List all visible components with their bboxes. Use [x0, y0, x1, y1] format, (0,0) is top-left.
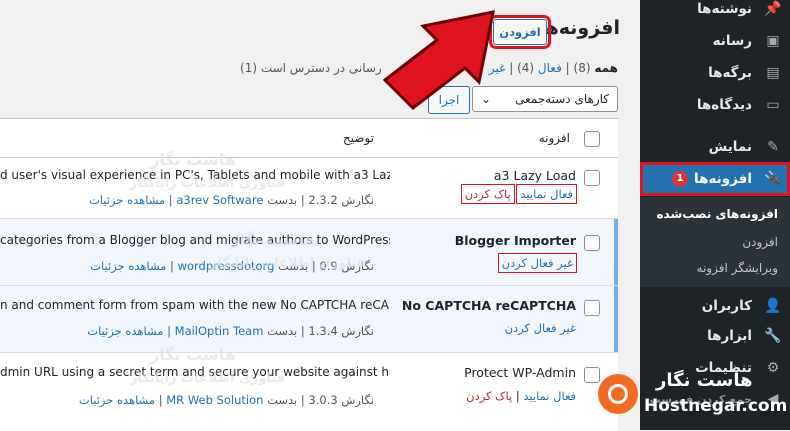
row-checkbox[interactable] — [584, 300, 600, 316]
plugin-description: d user's visual experience in PC's, Tabl… — [0, 168, 390, 182]
plugins-table: افزونه توضیح a3 Lazy Load فعال نمایید پا… — [0, 118, 618, 431]
sidebar-item-pages[interactable]: ▤ برگه‌ها — [640, 58, 790, 88]
users-icon: 👤 — [764, 298, 782, 314]
pin-icon: 📌 — [764, 1, 782, 17]
tools-icon: 🔧 — [764, 328, 782, 344]
table-row: Protect WP-Admin فعال نمایید | پاک کردن … — [0, 353, 618, 431]
sidebar-item-label: رسانه — [712, 33, 752, 49]
row-actions: غیر فعال کردن — [505, 321, 576, 335]
sidebar-item-label: کاربران — [701, 298, 752, 314]
filter-active-count: (4) — [517, 61, 535, 75]
active-indicator — [614, 286, 618, 352]
plugin-name: No CAPTCHA reCAPTCHA — [401, 298, 576, 313]
activate-link[interactable]: فعال نمایید — [523, 389, 576, 403]
page-title: افزونه‌ها — [538, 17, 620, 39]
media-icon: ▣ — [766, 33, 780, 49]
table-row: a3 Lazy Load فعال نمایید پاک کردن d user… — [0, 158, 618, 219]
hostnegar-logo: هاست نگار Hostnegar.com — [598, 366, 787, 426]
sidebar-item-label: نوشته‌ها — [697, 1, 752, 17]
deactivate-link[interactable]: غیر فعال کردن — [505, 321, 576, 335]
bulk-actions-label: کارهای دسته‌جمعی — [515, 92, 609, 106]
row-checkbox[interactable] — [584, 170, 600, 186]
plugin-meta: نگارش 3.0.3 | بدست MR Web Solution | مشا… — [78, 393, 374, 407]
row-actions: غیر فعال کردن — [497, 253, 578, 273]
plugin-version: نگارش 3.0.3 | بدست — [267, 393, 374, 407]
sidebar-item-tools[interactable]: 🔧 ابزارها — [640, 321, 790, 351]
plugins-icon: 🔌 — [764, 171, 782, 187]
appearance-icon: ✎ — [767, 139, 779, 155]
plugin-name: Blogger Importer — [454, 233, 576, 248]
pointer-arrow-icon — [382, 10, 495, 110]
plugin-meta: نگارش 0.9 | بدست wordpressdotorg | مشاهد… — [90, 259, 374, 273]
delete-link[interactable]: پاک کردن — [466, 389, 512, 403]
logo-text-fa: هاست نگار — [656, 370, 753, 391]
plugin-name: a3 Lazy Load — [493, 168, 576, 183]
plugin-name: Protect WP-Admin — [464, 365, 576, 380]
row-actions: فعال نمایید پاک کردن — [460, 184, 577, 204]
active-indicator — [614, 219, 618, 285]
row-checkbox[interactable] — [584, 235, 600, 251]
sidebar-item-label: نمایش — [708, 139, 752, 155]
pages-icon: ▤ — [766, 65, 780, 81]
delete-link[interactable]: پاک کردن — [465, 187, 511, 201]
table-row: No CAPTCHA reCAPTCHA غیر فعال کردن n and… — [0, 286, 618, 353]
submenu-plugin-editor[interactable]: ویرایشگر افزونه — [697, 261, 778, 275]
logo-text-en: Hostnegar.com — [644, 396, 788, 416]
table-row: Blogger Importer غیر فعال کردن categorie… — [0, 219, 618, 286]
plugin-details-link[interactable]: مشاهده جزئیات — [79, 393, 155, 407]
sidebar-item-label: برگه‌ها — [708, 65, 752, 81]
plugin-meta: نگارش 1.3.4 | بدست MailOptin Team | مشاه… — [87, 324, 374, 338]
sidebar-item-posts[interactable]: 📌 نوشته‌ها — [640, 0, 790, 24]
submenu-add-new[interactable]: افزودن — [742, 235, 778, 249]
sidebar-item-label: ابزارها — [707, 328, 752, 344]
sidebar-item-plugins[interactable]: 🔌 افزونه‌ها 1 — [640, 162, 790, 196]
activate-link[interactable]: فعال نمایید — [520, 187, 573, 201]
plugin-details-link[interactable]: مشاهده جزئیات — [89, 193, 165, 207]
plugin-version: نگارش 0.9 | بدست — [278, 259, 374, 273]
sidebar-item-appearance[interactable]: ✎ نمایش — [640, 132, 790, 162]
comments-icon: ▭ — [766, 97, 780, 113]
plugin-author-link[interactable]: MR Web Solution — [166, 393, 263, 407]
table-header: افزونه توضیح — [0, 119, 618, 158]
plugin-version: نگارش 2.3.2 | بدست — [267, 193, 374, 207]
filter-updates[interactable]: رسانی در دسترس است (1) — [240, 61, 382, 75]
status-filters: همه (8) | فعال (4) | غیر — [488, 61, 618, 75]
deactivate-link[interactable]: غیر فعال کردن — [502, 256, 573, 270]
plugin-author-link[interactable]: wordpressdotorg — [178, 259, 275, 273]
plugin-version: نگارش 1.3.4 | بدست — [267, 324, 374, 338]
plugin-meta: نگارش 2.3.2 | بدست a3rev Software | مشاه… — [88, 193, 374, 207]
plugin-description: dmin URL using a secret term and secure … — [0, 365, 390, 379]
sidebar-item-users[interactable]: 👤 کاربران — [640, 291, 790, 321]
filter-active[interactable]: فعال — [538, 61, 562, 75]
select-all-checkbox[interactable] — [584, 131, 600, 147]
sidebar-item-label: افزونه‌ها — [694, 171, 752, 187]
main-content: افزونه‌ها افزودن همه (8) | فعال (4) | غی… — [0, 0, 640, 431]
filter-all[interactable]: همه — [594, 61, 618, 75]
sidebar-item-comments[interactable]: ▭ دیدگاه‌ها — [640, 90, 790, 120]
plugin-author-link[interactable]: MailOptin Team — [175, 324, 264, 338]
logo-circle-icon — [598, 374, 638, 414]
active-menu-pointer — [632, 171, 640, 187]
sidebar-item-media[interactable]: ▣ رسانه — [640, 26, 790, 56]
plugin-description: n and comment form from spam with the ne… — [0, 298, 390, 312]
sidebar-item-label: دیدگاه‌ها — [696, 97, 752, 113]
row-actions: فعال نمایید | پاک کردن — [466, 389, 576, 403]
plugin-details-link[interactable]: مشاهده جزئیات — [90, 259, 166, 273]
plugin-description: categories from a Blogger blog and migra… — [0, 233, 390, 247]
filter-all-count: (8) — [573, 61, 591, 75]
plugin-author-link[interactable]: a3rev Software — [176, 193, 263, 207]
update-count-badge: 1 — [672, 171, 689, 187]
col-plugin: افزونه — [538, 131, 570, 145]
plugin-details-link[interactable]: مشاهده جزئیات — [87, 324, 163, 338]
plugins-submenu: افزونه‌های نصب‌شده افزودن ویرایشگر افزون… — [640, 197, 790, 287]
col-description: توضیح — [342, 131, 374, 145]
submenu-installed-plugins[interactable]: افزونه‌های نصب‌شده — [656, 207, 778, 221]
